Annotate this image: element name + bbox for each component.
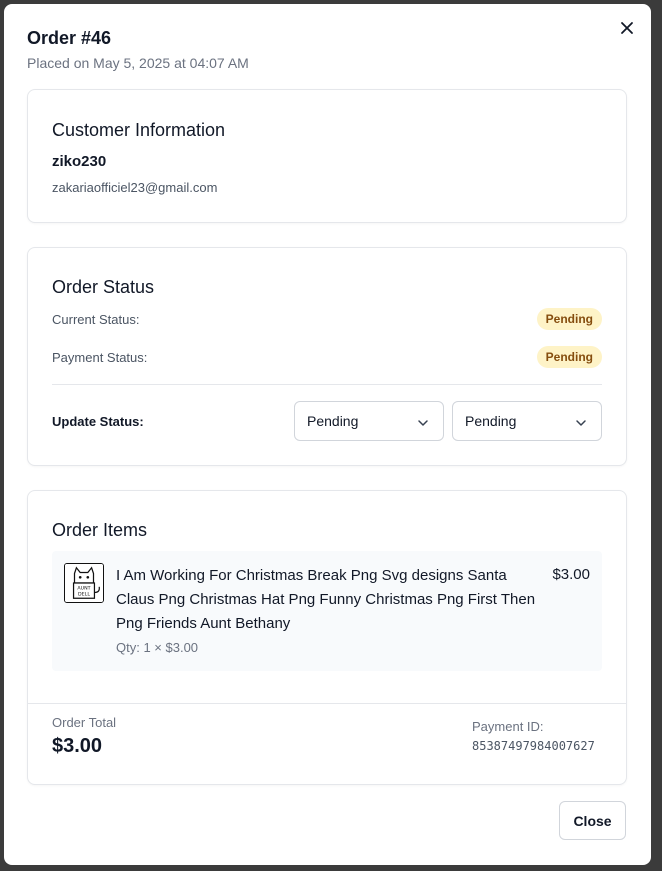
close-button[interactable]: Close (559, 801, 626, 840)
customer-email: zakariaofficiel23@gmail.com (52, 180, 218, 195)
order-total-value: $3.00 (52, 735, 103, 757)
order-status-select-value: Pending (307, 413, 359, 429)
current-status-row: Current Status: Pending (52, 308, 602, 332)
order-status-select[interactable]: Pending (294, 401, 444, 441)
totals-divider (28, 703, 626, 704)
product-thumbnail: AUNT DELL (64, 563, 104, 603)
payment-status-select-value: Pending (465, 413, 517, 429)
payment-status-row: Payment Status: Pending (52, 346, 602, 370)
payment-status-select[interactable]: Pending (452, 401, 602, 441)
order-total-label: Order Total (52, 715, 117, 730)
current-status-badge: Pending (536, 308, 602, 330)
order-items-heading: Order Items (52, 520, 148, 540)
svg-text:AUNT: AUNT (77, 586, 90, 592)
order-date: Placed on May 5, 2025 at 04:07 AM (27, 55, 249, 71)
payment-id-label: Payment ID: (472, 719, 544, 734)
order-status-card: Order Status Current Status: Pending Pay… (27, 247, 627, 466)
order-details-modal: Order #46 Placed on May 5, 2025 at 04:07… (4, 4, 651, 865)
status-divider (52, 384, 602, 385)
payment-id-value: 85387497984007627 (472, 739, 595, 753)
list-item: AUNT DELL I Am Working For Christmas Bre… (52, 551, 602, 671)
item-quantity: Qty: 1 × $3.00 (116, 640, 199, 655)
order-items-card: Order Items AUNT DELL I Am Working For C… (27, 490, 627, 785)
customer-info-heading: Customer Information (52, 120, 226, 140)
payment-status-badge: Pending (536, 346, 602, 368)
chevron-down-icon (575, 416, 587, 428)
chevron-down-icon (417, 416, 429, 428)
order-status-heading: Order Status (52, 277, 155, 297)
payment-status-label: Payment Status: (52, 350, 148, 365)
update-status-label: Update Status: (52, 414, 144, 429)
item-title: I Am Working For Christmas Break Png Svg… (116, 567, 536, 632)
svg-text:DELL: DELL (78, 591, 90, 597)
customer-info-card: Customer Information ziko230 zakariaoffi… (27, 89, 627, 223)
modal-title: Order #46 (27, 28, 112, 48)
customer-name: ziko230 (52, 153, 107, 170)
close-icon[interactable] (620, 21, 634, 35)
item-price: $3.00 (552, 566, 590, 583)
current-status-label: Current Status: (52, 312, 140, 327)
